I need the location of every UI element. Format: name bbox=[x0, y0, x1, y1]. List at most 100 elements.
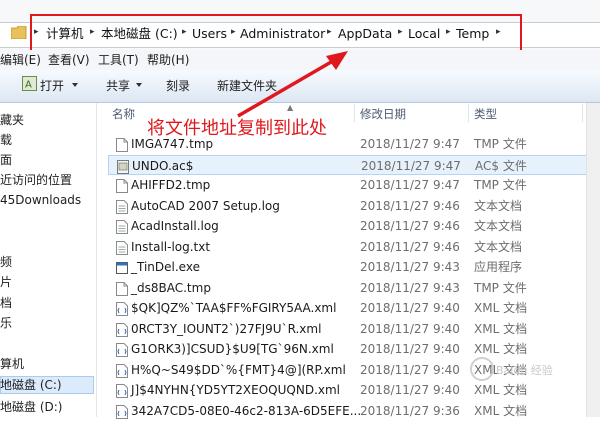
file-date: 2018/11/27 9:47 bbox=[360, 178, 460, 192]
file-date: 2018/11/27 9:36 bbox=[360, 403, 460, 418]
xml-icon bbox=[116, 404, 128, 419]
file-row[interactable]: UNDO.ac$ 2018/11/27 9:47 AC$ 文件 bbox=[108, 154, 588, 175]
menu-view[interactable]: 查看(V) bbox=[48, 52, 90, 68]
file-date: 2018/11/27 9:43 bbox=[360, 280, 460, 295]
exe-icon bbox=[116, 260, 128, 274]
file-date: 2018/11/27 9:40 bbox=[360, 362, 460, 377]
file-type: TMP 文件 bbox=[474, 280, 527, 295]
file-row[interactable]: G1ORK3)]CSUD}$U9[TG`96N.xml 2018/11/27 9:… bbox=[108, 339, 588, 359]
nav-item-desktop[interactable]: 面 bbox=[0, 153, 12, 168]
file-date: 2018/11/27 9:43 bbox=[360, 260, 460, 274]
file-date: 2018/11/27 9:40 bbox=[360, 301, 460, 315]
file-date: 2018/11/27 9:40 bbox=[360, 342, 460, 356]
column-header-date[interactable]: 修改日期 bbox=[360, 106, 406, 122]
file-type: 应用程序 bbox=[474, 260, 523, 274]
file-name: Install-log.txt bbox=[131, 239, 211, 254]
file-date: 2018/11/27 9:47 bbox=[360, 137, 460, 151]
file-row[interactable]: _TinDel.exe 2018/11/27 9:43 应用程序 bbox=[108, 257, 588, 277]
file-name: H%Q~S49$DD`%{FMT}4@](RP.xml bbox=[131, 362, 346, 377]
nav-item-favorites[interactable]: 藏夹 bbox=[0, 113, 24, 128]
nav-item-local-disk-c[interactable]: 地磁盘 (C:) bbox=[0, 378, 62, 393]
nav-item-music[interactable]: 乐 bbox=[0, 316, 12, 331]
file-date: 2018/11/27 9:40 bbox=[360, 383, 460, 397]
nav-item-downloads[interactable]: 载 bbox=[0, 133, 12, 148]
xml-icon bbox=[116, 322, 128, 337]
file-type: XML 文档 bbox=[474, 342, 528, 356]
burn-button[interactable]: 刻录 bbox=[166, 78, 190, 94]
file-name: 0RCT3Y_IOUNT2`)27FJ9U`R.xml bbox=[131, 321, 322, 336]
file-type: XML 文档 bbox=[474, 383, 528, 397]
file-name: $QK]QZ%`TAA$FF%FGIRY5AA.xml bbox=[131, 301, 337, 315]
menu-tools[interactable]: 工具(T) bbox=[98, 52, 139, 68]
open-button[interactable]: 打开 bbox=[40, 78, 64, 94]
sort-arrow-icon: ▲ bbox=[287, 103, 294, 112]
file-icon bbox=[116, 281, 128, 296]
file-icon bbox=[116, 137, 128, 152]
column-header-name[interactable]: 名称 bbox=[112, 106, 135, 122]
annotation-text: 将文件地址复制到此处 bbox=[147, 118, 327, 139]
file-row[interactable]: AcadInstall.log 2018/11/27 9:46 文本文档 bbox=[108, 216, 588, 236]
svg-text:A: A bbox=[25, 80, 32, 91]
text-file-icon bbox=[116, 240, 128, 255]
watermark: Baidu 经验 bbox=[496, 364, 553, 377]
column-header-type[interactable]: 类型 bbox=[474, 106, 497, 122]
nav-item-documents[interactable]: 档 bbox=[0, 296, 12, 311]
file-type: TMP 文件 bbox=[474, 137, 527, 151]
file-row[interactable]: _ds8BAC.tmp 2018/11/27 9:43 TMP 文件 bbox=[108, 278, 588, 298]
file-row[interactable]: $QK]QZ%`TAA$FF%FGIRY5AA.xml 2018/11/27 9:… bbox=[108, 298, 588, 318]
menu-bar bbox=[0, 50, 600, 70]
file-type: 文本文档 bbox=[474, 219, 523, 233]
file-row[interactable]: 0RCT3Y_IOUNT2`)27FJ9U`R.xml 2018/11/27 9:… bbox=[108, 319, 588, 339]
ac-file-icon bbox=[117, 159, 129, 174]
file-name: _TinDel.exe bbox=[131, 260, 200, 274]
file-date: 2018/11/27 9:46 bbox=[360, 198, 460, 213]
address-highlight-box bbox=[30, 14, 522, 54]
open-app-icon: A bbox=[22, 76, 37, 91]
file-name: UNDO.ac$ bbox=[132, 158, 194, 173]
file-date: 2018/11/27 9:47 bbox=[361, 158, 461, 173]
share-button[interactable]: 共享 bbox=[106, 78, 130, 94]
file-name: AcadInstall.log bbox=[131, 219, 219, 233]
file-name: G1ORK3)]CSUD}$U9[TG`96N.xml bbox=[131, 342, 334, 356]
file-row[interactable]: J]$4NYHN{YD5YT2XEOQUQND.xml 2018/11/27 9:… bbox=[108, 380, 588, 400]
nav-item-pictures[interactable]: 片 bbox=[0, 275, 12, 290]
file-icon bbox=[116, 178, 128, 193]
file-row[interactable]: Install-log.txt 2018/11/27 9:46 文本文档 bbox=[108, 237, 588, 257]
file-name: AHIFFD2.tmp bbox=[131, 178, 211, 192]
share-dropdown-icon[interactable] bbox=[136, 83, 142, 87]
command-bar bbox=[0, 70, 600, 103]
file-type: TMP 文件 bbox=[474, 178, 527, 192]
nav-item-local-disk-d[interactable]: 地磁盘 (D:) bbox=[0, 400, 62, 415]
file-date: 2018/11/27 9:40 bbox=[360, 321, 460, 336]
column-divider[interactable] bbox=[354, 104, 355, 122]
xml-icon bbox=[116, 301, 128, 316]
xml-icon bbox=[116, 363, 128, 378]
file-type: 文本文档 bbox=[474, 239, 523, 254]
file-name: _ds8BAC.tmp bbox=[131, 280, 211, 295]
menu-help[interactable]: 帮助(H) bbox=[147, 52, 189, 68]
nav-item-videos[interactable]: 频 bbox=[0, 255, 12, 270]
xml-icon bbox=[116, 342, 128, 357]
text-file-icon bbox=[116, 199, 128, 214]
nav-item-45downloads[interactable]: 45Downloads bbox=[0, 193, 81, 208]
text-file-icon bbox=[116, 219, 128, 234]
file-row[interactable]: AHIFFD2.tmp 2018/11/27 9:47 TMP 文件 bbox=[108, 175, 588, 195]
new-folder-button[interactable]: 新建文件夹 bbox=[217, 78, 277, 94]
file-row[interactable]: AutoCAD 2007 Setup.log 2018/11/27 9:46 文本文… bbox=[108, 196, 588, 216]
file-type: 文本文档 bbox=[474, 198, 523, 213]
open-dropdown-icon[interactable] bbox=[72, 83, 78, 87]
nav-item-recent-places[interactable]: 近访问的位置 bbox=[0, 173, 72, 188]
nav-item-computer[interactable]: 算机 bbox=[0, 357, 24, 372]
watermark-logo-icon bbox=[470, 357, 494, 381]
file-type: XML 文档 bbox=[474, 321, 528, 336]
xml-icon bbox=[116, 383, 128, 398]
vertical-scrollbar[interactable] bbox=[586, 103, 600, 417]
file-type: XML 文档 bbox=[474, 403, 528, 418]
file-name: AutoCAD 2007 Setup.log bbox=[131, 198, 280, 213]
column-divider[interactable] bbox=[582, 104, 583, 122]
file-row[interactable]: 342A7CD5-08E0-46c2-813A-6D5EFE... 2018/11… bbox=[108, 401, 588, 421]
column-divider[interactable] bbox=[468, 104, 469, 122]
menu-edit[interactable]: 编辑(E) bbox=[0, 52, 41, 68]
file-type: AC$ 文件 bbox=[475, 158, 527, 173]
file-date: 2018/11/27 9:46 bbox=[360, 239, 460, 254]
